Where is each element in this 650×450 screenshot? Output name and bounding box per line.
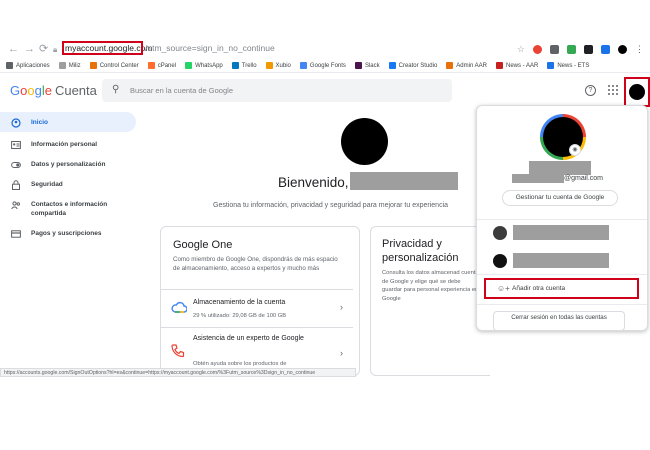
sidebar-item-inicio[interactable]: Inicio [0, 112, 136, 132]
toggle-icon [11, 160, 21, 169]
search-input[interactable] [130, 84, 430, 97]
search-box[interactable]: ⚲ [102, 79, 452, 102]
redacted-account[interactable] [513, 253, 609, 268]
sidebar-item-pagos[interactable]: Pagos y suscripciones [0, 225, 136, 242]
bookmark-item[interactable]: Control Center [89, 62, 139, 69]
sidebar-item-seguridad[interactable]: Seguridad [0, 176, 136, 193]
bookmark-item[interactable]: Xubio [265, 62, 291, 69]
profile-avatar-icon[interactable] [618, 44, 627, 54]
cloud-icon [171, 300, 188, 313]
lock-icon [11, 180, 21, 190]
add-account-button[interactable]: ☺+ Añadir otra cuenta [484, 278, 639, 299]
product-name: Cuenta [54, 83, 97, 98]
help-icon[interactable]: ? [585, 85, 596, 96]
bookmark-item[interactable]: cPanel [147, 62, 176, 69]
storage-row[interactable]: Almacenamiento de la cuenta 29 % utiliza… [161, 289, 353, 327]
bookmark-icon [265, 62, 273, 69]
other-account-avatar[interactable] [493, 254, 507, 268]
bookmarks-bar: Aplicaciones Miliz Control Center cPanel Wha… [0, 59, 650, 73]
bookmark-item[interactable]: Google Fonts [299, 62, 346, 69]
bookmark-item[interactable]: Admin AAR [446, 62, 487, 69]
extension-icon[interactable] [567, 44, 576, 54]
add-person-icon: ☺+ [497, 284, 510, 293]
other-account-avatar[interactable] [493, 226, 507, 240]
card-description: Consulta los datos almacenad cuenta de G… [382, 270, 479, 302]
bookmark-icon [147, 62, 155, 69]
google-one-card: Google One Como miembro de Google One, d… [160, 226, 360, 376]
card-title: Google One [173, 239, 233, 251]
manage-account-button[interactable]: Gestionar tu cuenta de Google [502, 190, 618, 206]
lock-icon: 🔒︎ [53, 45, 58, 54]
extension-icons: ☆ ⋮ [517, 42, 644, 56]
apps-grid-icon[interactable] [608, 85, 618, 95]
bookmark-item[interactable]: News - AAR [495, 62, 538, 69]
sign-out-all-button[interactable]: Cerrar sesión en todas las cuentas [493, 311, 625, 331]
id-card-icon [11, 140, 21, 149]
bookmark-icon [354, 62, 362, 69]
bookmark-icon [58, 62, 66, 69]
star-icon[interactable]: ☆ [517, 42, 525, 56]
url-path[interactable]: /utm_source=sign_in_no_continue [145, 43, 275, 54]
back-icon[interactable]: ← [8, 42, 19, 56]
welcome-avatar[interactable] [341, 118, 388, 165]
phone-icon [171, 344, 185, 358]
google-account-header: GoogleCuenta ⚲ ? [0, 73, 650, 109]
link-status-bar: https://accounts.google.com/SignOutOptio… [0, 368, 356, 377]
card-icon [11, 229, 21, 238]
camera-icon[interactable]: ◉ [569, 144, 581, 156]
extension-icon[interactable] [601, 44, 610, 54]
account-avatar-button[interactable] [624, 77, 650, 107]
menu-dots-icon[interactable]: ⋮ [635, 42, 644, 56]
bookmark-item[interactable]: Slack [354, 62, 380, 69]
sidebar: Inicio Información personal Datos y pers… [0, 112, 136, 242]
bookmark-icon [299, 62, 307, 69]
chevron-right-icon: › [340, 348, 343, 358]
search-icon: ⚲ [112, 84, 120, 95]
privacy-card: Privacidad y personalización Consulta lo… [370, 226, 490, 376]
bookmark-item[interactable]: Trello [231, 62, 257, 69]
sidebar-item-contactos[interactable]: Contactos e información compartida [0, 196, 136, 222]
card-title: Privacidad y personalización [382, 238, 459, 264]
bookmark-icon [547, 62, 555, 69]
avatar [629, 84, 645, 100]
extension-icon[interactable] [584, 44, 593, 54]
bookmark-icon [185, 62, 193, 69]
extension-icon[interactable] [550, 44, 559, 54]
bookmark-icon [231, 62, 239, 69]
sidebar-item-datos-personalizacion[interactable]: Datos y personalización [0, 156, 136, 173]
bookmark-icon [89, 62, 97, 69]
divider [477, 274, 647, 275]
bookmark-item[interactable]: Aplicaciones [6, 62, 50, 69]
chevron-right-icon: › [340, 302, 343, 312]
redacted-email [512, 174, 564, 183]
bookmark-icon [495, 62, 503, 69]
redacted-user-name [350, 172, 458, 190]
card-description: Como miembro de Google One, dispondrás d… [173, 256, 338, 272]
bookmark-icon [6, 62, 13, 69]
url-highlight-box [62, 41, 143, 55]
extension-icon[interactable] [533, 44, 542, 54]
welcome-subtitle: Gestiona tu información, privacidad y se… [213, 202, 449, 209]
bookmark-item[interactable]: News - ETS [547, 62, 589, 69]
bookmark-icon [446, 62, 454, 69]
sidebar-item-informacion-personal[interactable]: Información personal [0, 136, 136, 153]
account-switcher-panel: ◉ @gmail.com Gestionar tu cuenta de Goog… [476, 105, 648, 331]
bookmark-item[interactable]: Creator Studio [388, 62, 437, 69]
home-icon [11, 117, 21, 128]
bookmark-item[interactable]: WhatsApp [185, 62, 223, 69]
forward-icon[interactable]: → [24, 42, 35, 56]
bookmark-item[interactable]: Miliz [58, 62, 81, 69]
divider [477, 304, 647, 305]
google-account-logo[interactable]: Google Cuenta [10, 83, 97, 99]
welcome-heading: Bienvenido, [278, 175, 349, 190]
redacted-name [529, 161, 591, 175]
divider [477, 219, 647, 220]
people-icon [11, 200, 21, 210]
reload-icon[interactable]: ⟳ [39, 42, 48, 56]
address-bar: ← → ⟳ 🔒︎ myaccount.google.com /utm_sourc… [0, 40, 650, 59]
bookmark-icon [388, 62, 396, 69]
redacted-account[interactable] [513, 225, 609, 240]
email-suffix: @gmail.com [564, 175, 604, 182]
